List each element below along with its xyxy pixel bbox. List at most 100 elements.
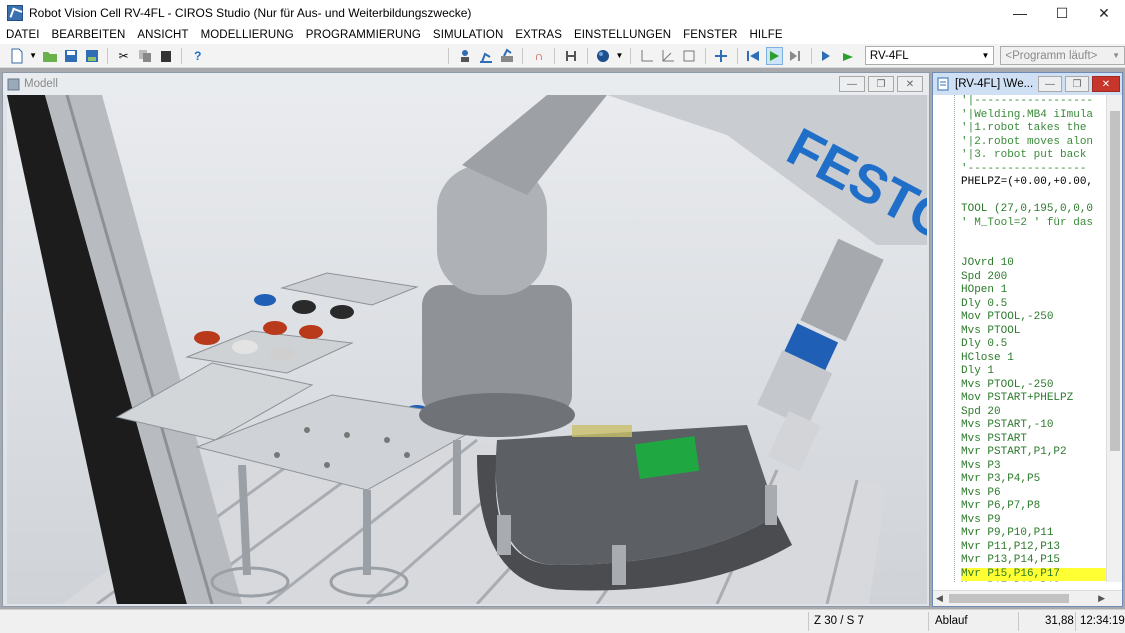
code-line[interactable]: HOpen 1 <box>961 284 1106 298</box>
paste-icon[interactable] <box>157 47 174 65</box>
menu-extras[interactable]: EXTRAS <box>509 29 568 41</box>
code-area[interactable]: '|------------------ '|Welding.MB4 iImula… <box>933 95 1122 582</box>
horizontal-scrollbar[interactable]: ◀ ▶ <box>933 590 1122 606</box>
close-button[interactable]: ✕ <box>897 76 923 92</box>
code-line[interactable]: Mvs PSTART <box>961 433 1106 447</box>
help-icon[interactable]: ? <box>189 47 206 65</box>
code-line[interactable]: Dly 1 <box>961 365 1106 379</box>
code-lines[interactable]: '|------------------ '|Welding.MB4 iImula… <box>961 95 1106 582</box>
code-line[interactable]: Mvr PSTART,P1,P2 <box>961 446 1106 460</box>
menu-programmierung[interactable]: PROGRAMMIERUNG <box>300 29 427 41</box>
code-line[interactable]: Mvr P11,P12,P13 <box>961 541 1106 555</box>
axis-xz-icon[interactable] <box>659 47 676 65</box>
new-file-icon[interactable] <box>8 47 25 65</box>
code-line[interactable]: PHELPZ=(+0.00,+0.00, <box>961 176 1106 190</box>
code-line[interactable]: Mvs P9 <box>961 514 1106 528</box>
code-line[interactable]: Mvr P17,P18,P19 <box>961 581 1106 582</box>
code-line[interactable]: Mvr P9,P10,P11 <box>961 527 1106 541</box>
code-line[interactable]: Mov PSTART+PHELPZ <box>961 392 1106 406</box>
robot-select-value: RV-4FL <box>869 49 909 62</box>
run-flag-icon[interactable] <box>840 47 857 65</box>
save-icon[interactable] <box>62 47 79 65</box>
menu-bearbeiten[interactable]: BEARBEITEN <box>46 29 132 41</box>
code-line[interactable]: Mvr P3,P4,P5 <box>961 473 1106 487</box>
code-line[interactable]: JOvrd 10 <box>961 257 1106 271</box>
axis-xy-icon[interactable] <box>638 47 655 65</box>
robot-station-icon[interactable] <box>498 47 515 65</box>
code-line[interactable]: Spd 200 <box>961 271 1106 285</box>
sphere-icon[interactable] <box>594 47 611 65</box>
code-window-titlebar[interactable]: [RV-4FL] \We... — ❐ ✕ <box>933 73 1122 95</box>
gripper-icon[interactable] <box>562 47 579 65</box>
code-line[interactable]: Spd 20 <box>961 406 1106 420</box>
maximize-button[interactable]: ☐ <box>1041 0 1083 26</box>
code-line[interactable]: Mvs PSTART,-10 <box>961 419 1106 433</box>
play-icon[interactable] <box>765 46 783 65</box>
code-line[interactable]: Dly 0.5 <box>961 298 1106 312</box>
model-icon <box>7 78 20 90</box>
robot-arm-icon[interactable] <box>477 47 494 65</box>
3d-viewport[interactable]: FESTO <box>7 95 927 604</box>
toolbar-separator <box>107 47 109 64</box>
code-line[interactable]: Mvr P6,P7,P8 <box>961 500 1106 514</box>
frame-icon[interactable] <box>681 47 698 65</box>
code-line[interactable]: Mvs PTOOL,-250 <box>961 379 1106 393</box>
teach-point-icon[interactable] <box>713 47 730 65</box>
code-line[interactable]: '|1.robot takes the <box>961 122 1106 136</box>
code-line[interactable]: ' M_Tool=2 ' für das <box>961 217 1106 231</box>
open-folder-icon[interactable] <box>41 47 58 65</box>
menu-ansicht[interactable]: ANSICHT <box>131 29 194 41</box>
code-line[interactable]: Mvs PTOOL <box>961 325 1106 339</box>
model-window-titlebar[interactable]: Modell — ❐ ✕ <box>3 73 929 95</box>
menu-modellierung[interactable]: MODELLIERUNG <box>195 29 300 41</box>
robot-scene[interactable]: FESTO <box>7 95 927 604</box>
step-icon[interactable] <box>787 47 804 65</box>
code-line[interactable]: HClose 1 <box>961 352 1106 366</box>
menu-fenster[interactable]: FENSTER <box>677 29 743 41</box>
code-line[interactable]: Mvs P6 <box>961 487 1106 501</box>
minimize-button[interactable]: — <box>999 0 1041 26</box>
cut-icon[interactable]: ✂ <box>115 47 132 65</box>
code-line[interactable]: '|2.robot moves alon <box>961 136 1106 150</box>
restore-button[interactable]: ❐ <box>868 76 894 92</box>
toolbar-separator <box>522 47 524 64</box>
minimize-button[interactable]: — <box>1038 76 1062 92</box>
chevron-left-icon[interactable]: ◀ <box>936 593 943 604</box>
dropdown-arrow-icon[interactable]: ▼ <box>29 47 37 65</box>
code-line[interactable]: Dly 0.5 <box>961 338 1106 352</box>
menu-einstellungen[interactable]: EINSTELLUNGEN <box>568 29 677 41</box>
dropdown-arrow-icon[interactable]: ▼ <box>616 47 624 65</box>
code-line[interactable]: Mov PTOOL,-250 <box>961 311 1106 325</box>
minimize-button[interactable]: — <box>839 76 865 92</box>
save-all-icon[interactable] <box>83 47 100 65</box>
code-line[interactable]: '|3. robot put back <box>961 149 1106 163</box>
menu-hilfe[interactable]: HILFE <box>744 29 789 41</box>
code-line[interactable]: '------------------ <box>961 163 1106 177</box>
run-robot-icon[interactable] <box>819 47 836 65</box>
code-line[interactable]: Mvr P13,P14,P15 <box>961 554 1106 568</box>
restore-button[interactable]: ❐ <box>1065 76 1089 92</box>
code-line[interactable] <box>961 244 1106 258</box>
scrollbar-thumb[interactable] <box>1110 111 1120 451</box>
robot-icon[interactable] <box>456 47 473 65</box>
magnet-icon[interactable]: ∩ <box>530 47 547 65</box>
reset-icon[interactable] <box>745 47 762 65</box>
menu-simulation[interactable]: SIMULATION <box>427 29 509 41</box>
vertical-scrollbar[interactable] <box>1106 95 1122 582</box>
toolbar-separator <box>586 47 588 64</box>
code-line[interactable] <box>961 230 1106 244</box>
code-line[interactable]: Mvs P3 <box>961 460 1106 474</box>
code-line[interactable]: '|------------------ <box>961 95 1106 109</box>
close-button[interactable]: ✕ <box>1092 76 1120 92</box>
menu-datei[interactable]: DATEI <box>0 29 46 41</box>
code-line[interactable] <box>961 190 1106 204</box>
code-line[interactable]: Mvr P15,P16,P17 <box>961 567 1106 581</box>
chevron-right-icon[interactable]: ▶ <box>1098 593 1105 604</box>
program-select[interactable]: <Programm läuft> ▼ <box>1000 46 1125 65</box>
close-button[interactable]: ✕ <box>1083 0 1125 26</box>
scrollbar-thumb[interactable] <box>949 594 1069 603</box>
copy-icon[interactable] <box>136 47 153 65</box>
code-line[interactable]: '|Welding.MB4 iImula <box>961 109 1106 123</box>
robot-select[interactable]: RV-4FL ▼ <box>864 46 995 65</box>
code-line[interactable]: TOOL (27,0,195,0,0,0 <box>961 203 1106 217</box>
